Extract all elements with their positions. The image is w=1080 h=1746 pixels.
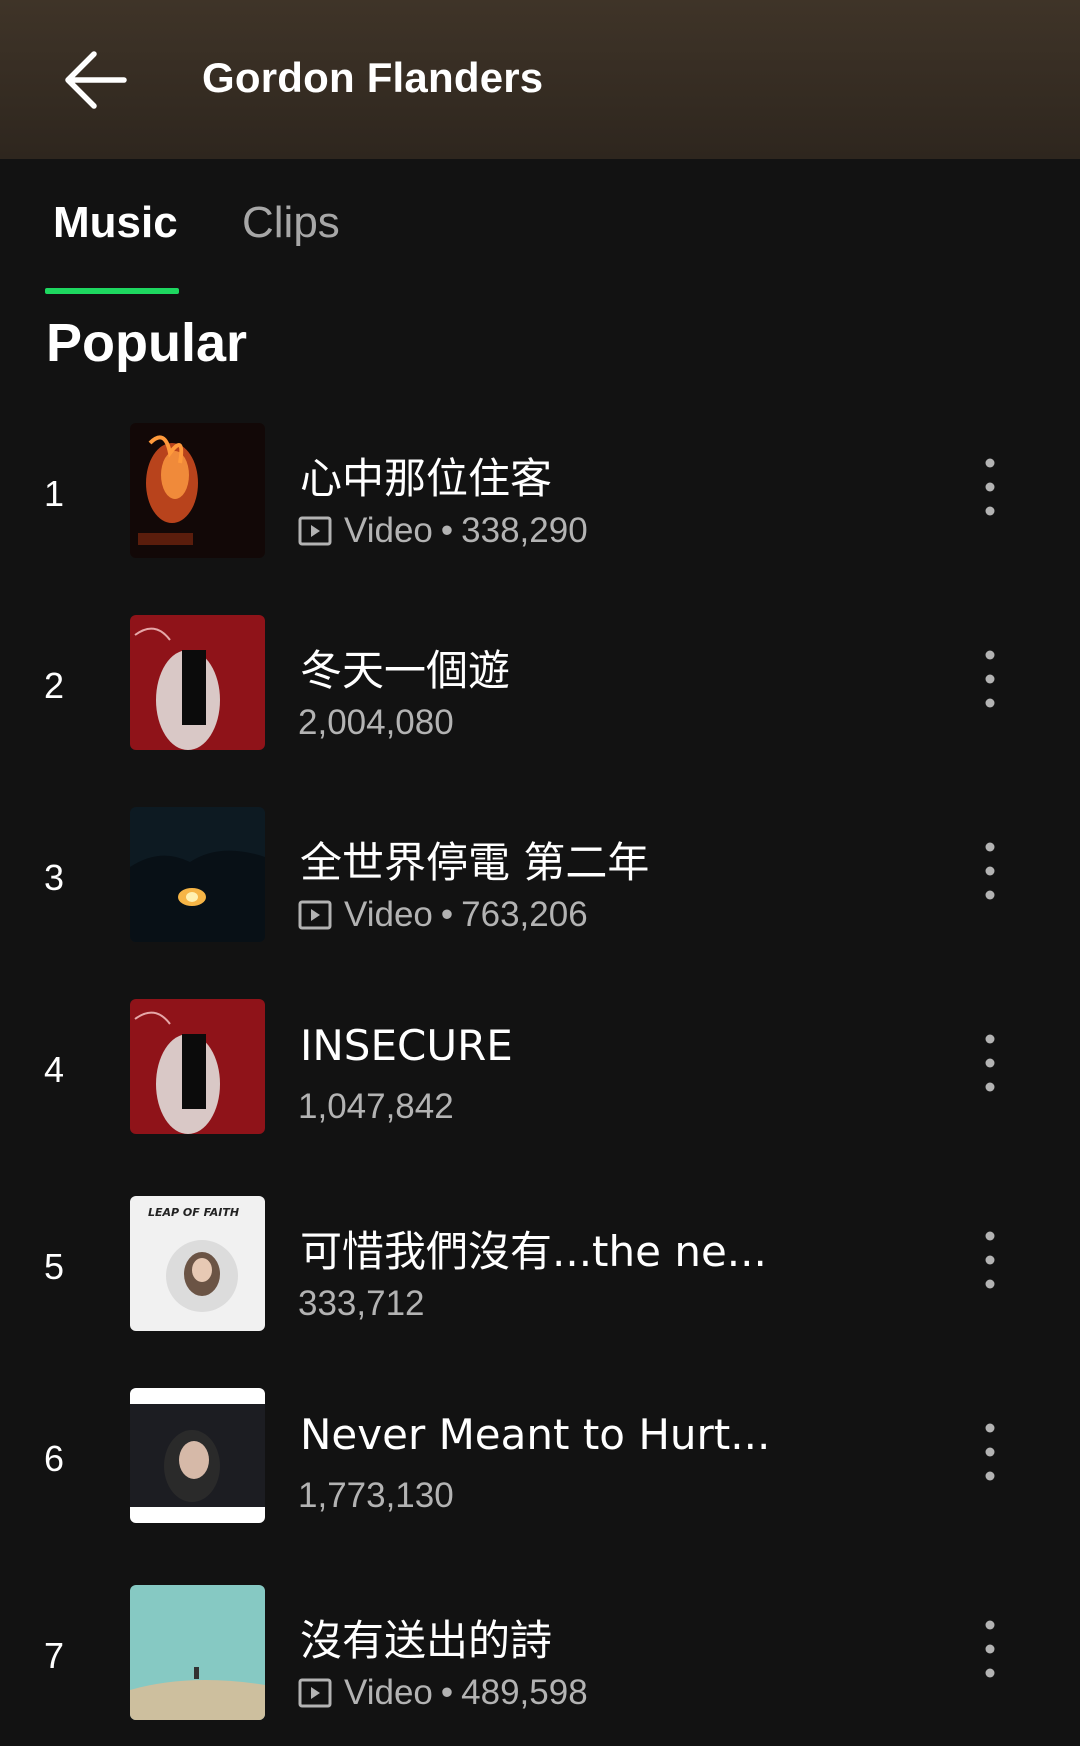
more-options-button[interactable] [970, 645, 1010, 721]
more-vertical-icon [985, 1620, 995, 1678]
more-vertical-icon [985, 650, 995, 708]
track-rank: 6 [44, 1438, 65, 1479]
more-options-button[interactable] [970, 1615, 1010, 1691]
separator-dot: • [440, 1673, 454, 1712]
track-cover [130, 423, 265, 558]
track-meta: 2,004,080 [298, 703, 454, 743]
track-meta: Video • 763,206 [298, 895, 588, 935]
video-label: Video [344, 511, 433, 550]
track-row[interactable]: 1 心中那位住客 Video • 338,290 [0, 423, 1080, 563]
track-cover [130, 1585, 265, 1720]
cover-text: LEAP OF FAITH [148, 1206, 239, 1219]
more-options-button[interactable] [970, 453, 1010, 529]
track-meta: 333,712 [298, 1284, 425, 1324]
track-title: 冬天一個遊 [300, 646, 511, 695]
track-row[interactable]: 3 全世界停電 第二年 Video • 763,206 [0, 807, 1080, 947]
track-cover [130, 807, 265, 942]
separator-dot: • [440, 895, 454, 934]
tab-music[interactable]: Music [53, 198, 178, 248]
play-count: 763,206 [461, 895, 588, 934]
track-cover [130, 615, 265, 750]
video-label: Video [344, 895, 433, 934]
track-cover: LEAP OF FAITH [130, 1196, 265, 1331]
track-row[interactable]: 5 LEAP OF FAITH 可惜我們沒有...the ne... 333,7… [0, 1196, 1080, 1336]
arrow-left-icon [65, 51, 127, 109]
active-tab-indicator [45, 288, 179, 294]
track-meta: Video • 338,290 [298, 511, 588, 551]
track-rank: 5 [44, 1246, 65, 1287]
track-row[interactable]: 2 冬天一個遊 2,004,080 [0, 615, 1080, 755]
play-count: 2,004,080 [298, 703, 454, 742]
track-meta: 1,773,130 [298, 1476, 454, 1516]
track-row[interactable]: 7 沒有送出的詩 Video • 489,598 [0, 1585, 1080, 1725]
video-label: Video [344, 1673, 433, 1712]
track-title: INSECURE [300, 1021, 513, 1070]
video-icon [298, 900, 332, 930]
artist-name: Gordon Flanders [202, 54, 544, 101]
play-count: 489,598 [461, 1673, 588, 1712]
more-options-button[interactable] [970, 1418, 1010, 1494]
separator-dot: • [440, 511, 454, 550]
more-vertical-icon [985, 1034, 995, 1092]
more-options-button[interactable] [970, 837, 1010, 913]
play-count: 1,047,842 [298, 1087, 454, 1126]
track-meta: 1,047,842 [298, 1087, 454, 1127]
back-button[interactable] [62, 42, 132, 118]
track-title: 全世界停電 第二年 [300, 838, 650, 887]
track-rank: 2 [44, 665, 65, 706]
play-count: 338,290 [461, 511, 588, 550]
track-title: 心中那位住客 [300, 454, 553, 503]
track-row[interactable]: 6 Never Meant to Hurt... 1,773,130 [0, 1388, 1080, 1528]
track-row[interactable]: 4 INSECURE 1,047,842 [0, 999, 1080, 1139]
track-cover [130, 999, 265, 1134]
play-count: 333,712 [298, 1284, 425, 1323]
track-rank: 7 [44, 1635, 65, 1676]
tab-clips[interactable]: Clips [242, 198, 340, 248]
more-vertical-icon [985, 1231, 995, 1289]
more-options-button[interactable] [970, 1029, 1010, 1105]
track-title: 可惜我們沒有...the ne... [300, 1227, 767, 1276]
more-vertical-icon [985, 842, 995, 900]
video-icon [298, 1678, 332, 1708]
track-meta: Video • 489,598 [298, 1673, 588, 1713]
more-vertical-icon [985, 1423, 995, 1481]
video-icon [298, 516, 332, 546]
track-cover [130, 1388, 265, 1523]
more-vertical-icon [985, 458, 995, 516]
track-title: Never Meant to Hurt... [300, 1410, 770, 1459]
section-title-popular: Popular [46, 313, 248, 373]
track-rank: 4 [44, 1049, 65, 1090]
track-rank: 1 [44, 473, 65, 514]
track-rank: 3 [44, 857, 65, 898]
track-title: 沒有送出的詩 [300, 1616, 553, 1665]
top-bar: Gordon Flanders [0, 0, 1080, 159]
play-count: 1,773,130 [298, 1476, 454, 1515]
more-options-button[interactable] [970, 1226, 1010, 1302]
